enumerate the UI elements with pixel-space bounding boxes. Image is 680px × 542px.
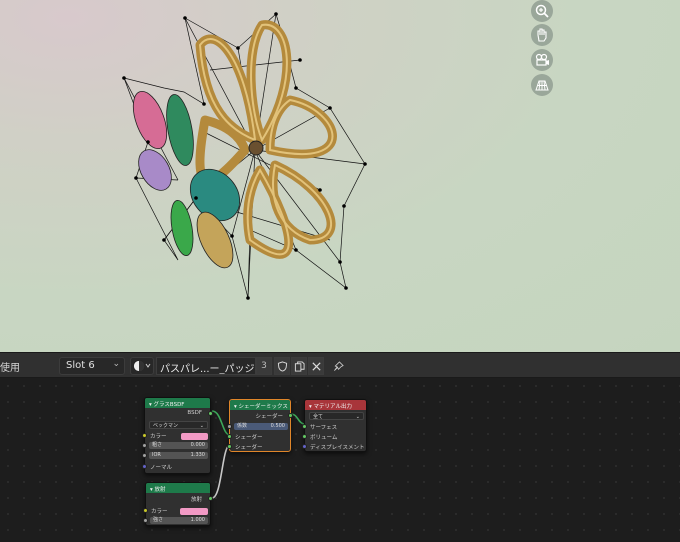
- slot-dropdown[interactable]: Slot 6 ⌄: [59, 357, 125, 375]
- material-name-field[interactable]: パスパレ...ー_パッジ7: [156, 357, 256, 375]
- mix-shader-node[interactable]: ▾ シェーダーミックス シェーダー 係数 0.500 シェーダー シェーダー: [227, 399, 293, 452]
- shader-node-editor[interactable]: ▾ グラスBSDF BSDF ベックマン ⌄ カラー 粗さ 0.000 IOR 1.3…: [0, 378, 680, 542]
- flower-mesh: [122, 12, 367, 300]
- glass-roughness-socket[interactable]: [142, 443, 147, 448]
- glass-bsdf-node[interactable]: ▾ グラスBSDF BSDF ベックマン ⌄ カラー 粗さ 0.000 IOR 1.3…: [142, 397, 213, 474]
- emission-strength-value: 1.000: [190, 517, 205, 523]
- output-node-header[interactable]: ▾ マテリアル出力: [305, 400, 366, 410]
- glass-roughness-label: 粗さ: [152, 442, 163, 448]
- glass-color-label: カラー: [150, 434, 167, 440]
- mix-fac-socket[interactable]: [227, 424, 232, 429]
- material-sphere-icon: [133, 360, 151, 372]
- mix-output-socket[interactable]: [288, 413, 293, 418]
- output-surface-label: サーフェス: [310, 425, 338, 431]
- glass-normal-label: ノーマル: [150, 465, 173, 471]
- glass-color-socket[interactable]: [142, 433, 147, 438]
- output-target-value: 全て: [313, 414, 324, 420]
- chevron-down-icon: ⌄: [112, 359, 120, 369]
- mix-shader2-label: シェーダー: [235, 445, 263, 451]
- camera-icon[interactable]: [531, 49, 553, 71]
- use-label: 使用: [0, 363, 20, 374]
- link-emission-to-mix: [211, 444, 231, 499]
- emission-output-socket[interactable]: [208, 496, 213, 501]
- node-editor-header: 使用 Slot 6 ⌄ パスパレ...ー_パッジ7 3: [0, 352, 680, 378]
- mix-output-label: シェーダー: [255, 414, 283, 420]
- emission-strength-label: 強さ: [153, 517, 164, 523]
- zoom-icon[interactable]: [531, 0, 553, 22]
- mix-shader2-socket[interactable]: [227, 444, 232, 449]
- glass-distribution-dropdown[interactable]: ベックマン ⌄: [149, 421, 208, 429]
- link-glass-to-mix: [211, 410, 231, 436]
- material-output-node[interactable]: ▾ マテリアル出力 全て ⌄ サーフェス ボリューム ディスプレイスメント: [302, 399, 367, 452]
- emission-strength-socket[interactable]: [143, 518, 148, 523]
- glass-ior-label: IOR: [152, 452, 161, 458]
- glass-normal-socket[interactable]: [142, 464, 147, 469]
- emission-node-title: 放射: [154, 487, 166, 493]
- emission-color-swatch[interactable]: [180, 508, 208, 515]
- output-displacement-socket[interactable]: [302, 444, 307, 449]
- glass-color-swatch[interactable]: [181, 433, 208, 440]
- slot-label: Slot 6: [66, 360, 95, 371]
- pin-icon[interactable]: [330, 357, 346, 375]
- emission-node-header[interactable]: ▾ 放射: [146, 483, 210, 493]
- emission-color-label: カラー: [151, 509, 168, 515]
- glass-roughness-value: 0.000: [190, 442, 205, 448]
- emission-color-socket[interactable]: [143, 508, 148, 513]
- mix-fac-field[interactable]: 係数 0.500: [234, 423, 288, 430]
- glass-distribution-value: ベックマン: [153, 423, 179, 429]
- mix-shader1-socket[interactable]: [227, 434, 232, 439]
- output-target-dropdown[interactable]: 全て ⌄: [309, 412, 364, 420]
- material-browse-button[interactable]: [130, 357, 154, 375]
- 3d-viewport[interactable]: [0, 0, 680, 352]
- mix-fac-value: 0.500: [270, 423, 285, 429]
- chevron-down-icon: ⌄: [355, 414, 360, 420]
- emission-strength-field[interactable]: 強さ 1.000: [150, 517, 208, 524]
- hand-pan-icon[interactable]: [531, 24, 553, 46]
- material-user-count[interactable]: 3: [256, 357, 272, 375]
- output-surface-socket[interactable]: [302, 424, 307, 429]
- output-node-title: マテリアル出力: [313, 404, 352, 410]
- mix-shader1-label: シェーダー: [235, 435, 263, 441]
- mix-node-header[interactable]: ▾ シェーダーミックス: [230, 400, 290, 410]
- link-mix-to-output: [290, 413, 306, 425]
- chevron-down-icon: ⌄: [199, 423, 204, 429]
- glass-bsdf-output-socket[interactable]: [208, 411, 213, 416]
- unlink-close-icon[interactable]: [308, 357, 324, 375]
- output-displacement-label: ディスプレイスメント: [310, 445, 365, 451]
- fake-user-shield-icon[interactable]: [274, 357, 290, 375]
- glass-node-header[interactable]: ▾ グラスBSDF: [145, 398, 210, 408]
- glass-ior-socket[interactable]: [142, 453, 147, 458]
- glass-output-label: BSDF: [187, 410, 202, 416]
- glass-ior-field[interactable]: IOR 1.330: [149, 452, 208, 459]
- output-volume-socket[interactable]: [302, 434, 307, 439]
- grid-ortho-icon[interactable]: [531, 74, 553, 96]
- mix-node-title: シェーダーミックス: [238, 404, 288, 410]
- glass-roughness-field[interactable]: 粗さ 0.000: [149, 442, 208, 449]
- glass-ior-value: 1.330: [190, 452, 205, 458]
- output-volume-label: ボリューム: [310, 435, 338, 441]
- mix-fac-label: 係数: [237, 423, 248, 429]
- emission-node[interactable]: ▾ 放射 放射 カラー 強さ 1.000: [143, 482, 213, 526]
- emission-output-label: 放射: [190, 497, 202, 503]
- duplicate-material-icon[interactable]: [291, 357, 307, 375]
- glass-node-title: グラスBSDF: [153, 402, 185, 408]
